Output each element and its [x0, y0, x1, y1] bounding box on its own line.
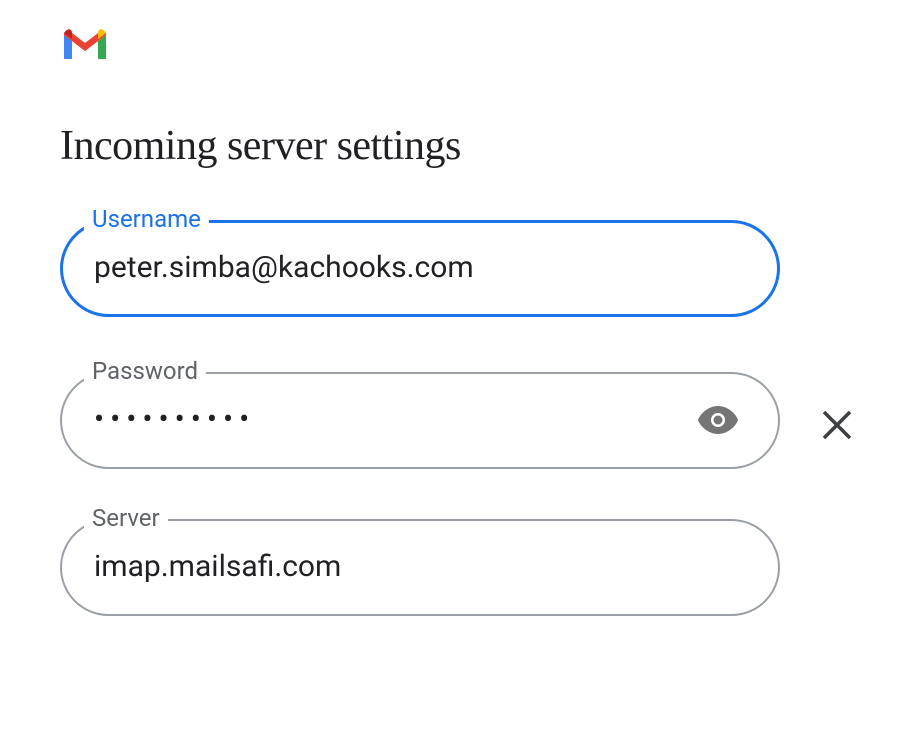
password-input-container[interactable]: •••••••••• [60, 372, 780, 469]
username-field-wrapper: Username [60, 220, 854, 317]
server-field-wrapper: Server [60, 519, 854, 616]
form-area: Username Password •••••••••• [60, 220, 854, 616]
server-input[interactable] [94, 549, 746, 584]
server-field: Server [60, 519, 854, 616]
password-field-wrapper: Password •••••••••• [60, 372, 854, 469]
username-field: Username [60, 220, 854, 317]
page-title: Incoming server settings [60, 122, 854, 170]
password-label: Password [84, 357, 206, 385]
password-input[interactable]: •••••••••• [94, 402, 686, 437]
server-input-container[interactable] [60, 519, 780, 616]
eye-icon[interactable] [698, 406, 738, 434]
password-field: Password •••••••••• [60, 372, 802, 469]
username-input[interactable] [94, 250, 746, 285]
username-input-container[interactable] [60, 220, 780, 317]
close-icon[interactable] [820, 408, 854, 442]
username-label: Username [84, 205, 209, 233]
server-label: Server [84, 504, 168, 532]
gmail-logo-icon [60, 25, 854, 67]
